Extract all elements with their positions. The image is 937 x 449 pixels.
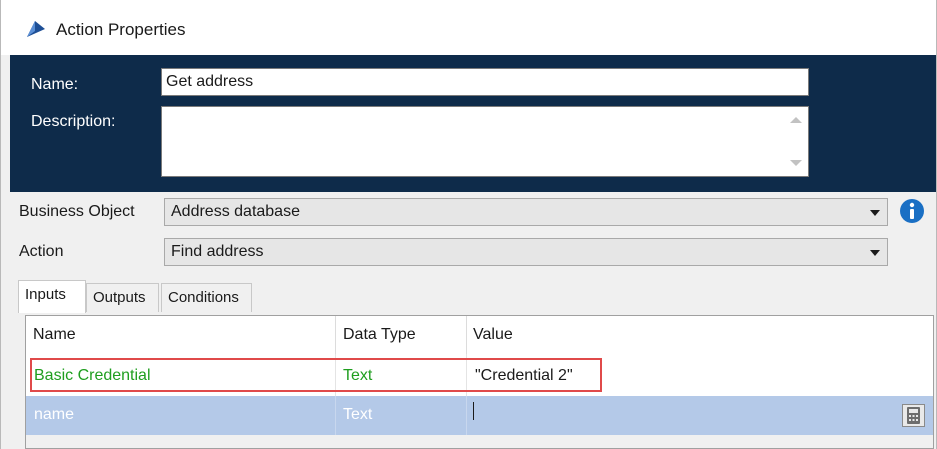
calculator-icon	[907, 407, 920, 424]
action-select[interactable]: Find address	[164, 238, 888, 266]
action-label: Action	[19, 243, 64, 260]
table-row-selected[interactable]: name Text	[26, 396, 933, 435]
column-header-name[interactable]: Name	[33, 326, 76, 344]
column-header-value[interactable]: Value	[473, 326, 513, 344]
text-cursor	[473, 402, 474, 420]
highlight-box	[30, 358, 602, 392]
business-object-label: Business Object	[19, 203, 135, 220]
tab-inputs[interactable]: Inputs	[18, 280, 86, 313]
calculator-button[interactable]	[902, 404, 925, 427]
tab-conditions[interactable]: Conditions	[161, 283, 252, 312]
chevron-down-icon[interactable]	[870, 210, 880, 216]
tab-inputs-label: Inputs	[25, 286, 66, 303]
scroll-up-icon[interactable]	[790, 117, 802, 123]
chevron-down-icon[interactable]	[870, 250, 880, 256]
column-divider	[335, 396, 336, 435]
tab-outputs-label: Outputs	[93, 289, 146, 306]
row-type-cell: Text	[343, 406, 373, 423]
info-icon[interactable]	[899, 198, 925, 224]
grid-header: Name Data Type Value	[26, 316, 933, 355]
column-divider	[466, 396, 467, 435]
action-value: Find address	[171, 243, 264, 260]
business-object-select[interactable]: Address database	[164, 198, 888, 226]
title-bar: Action Properties	[1, 0, 936, 55]
action-properties-window: Action Properties Name: Description: Bus…	[0, 0, 937, 449]
tab-conditions-label: Conditions	[168, 289, 239, 306]
row-name-cell: name	[34, 406, 75, 423]
window-title: Action Properties	[56, 20, 186, 39]
column-header-data-type[interactable]: Data Type	[343, 326, 416, 344]
action-stage-icon	[27, 21, 45, 37]
name-field[interactable]	[161, 68, 809, 96]
scroll-down-icon[interactable]	[790, 160, 802, 166]
tab-outputs[interactable]: Outputs	[86, 283, 159, 312]
business-object-value: Address database	[171, 203, 300, 220]
description-field[interactable]	[161, 106, 809, 177]
description-label: Description:	[31, 113, 116, 130]
header-panel: Name: Description:	[10, 55, 936, 192]
name-label: Name:	[31, 76, 79, 93]
description-scrollbar[interactable]	[783, 107, 808, 176]
